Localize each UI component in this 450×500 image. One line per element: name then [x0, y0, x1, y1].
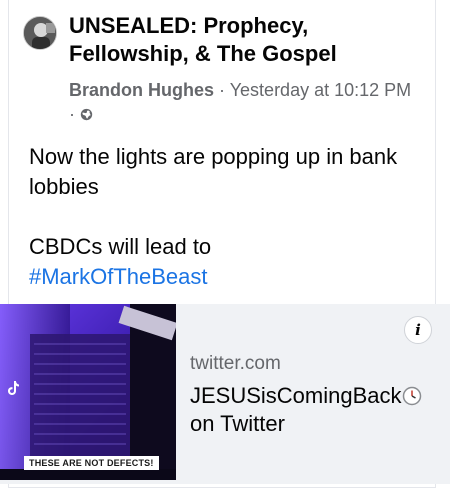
post-timestamp[interactable]: Yesterday at 10:12 PM [230, 80, 411, 100]
thumbnail-caption: THESE ARE NOT DEFECTS! [24, 456, 159, 470]
link-preview[interactable]: THESE ARE NOT DEFECTS! twitter.com JESUS… [0, 304, 450, 484]
author-name[interactable]: Brandon Hughes [69, 80, 214, 100]
post-text-line-1: Now the lights are popping up in bank lo… [29, 144, 398, 199]
tiktok-icon [8, 381, 19, 395]
clock-icon [402, 386, 421, 406]
thumbnail-image [0, 304, 176, 480]
link-title-suffix: on Twitter [190, 411, 285, 436]
preview-thumbnail[interactable]: THESE ARE NOT DEFECTS! [0, 304, 176, 480]
post-text-line-2: CBDCs will lead to [29, 234, 212, 259]
meta-separator-2: · [69, 104, 80, 124]
link-title-text: JESUSisComingBack [190, 383, 402, 408]
post-header: UNSEALED: Prophecy, Fellowship, & The Go… [23, 12, 423, 132]
link-domain: twitter.com [190, 353, 281, 374]
group-avatar[interactable] [23, 16, 57, 50]
meta-separator: · [214, 80, 230, 100]
post-body: Now the lights are popping up in bank lo… [29, 142, 429, 292]
hashtag-link[interactable]: #MarkOfTheBeast [29, 262, 429, 292]
post-meta: Brandon Hughes · Yesterday at 10:12 PM · [69, 78, 419, 126]
preview-text[interactable]: twitter.com JESUSisComingBack on Twitter [190, 352, 440, 438]
avatar-image [24, 17, 56, 49]
group-name[interactable]: UNSEALED: Prophecy, Fellowship, & The Go… [69, 12, 419, 68]
info-button[interactable]: i [404, 316, 432, 344]
link-title[interactable]: JESUSisComingBack on Twitter [190, 382, 440, 438]
globe-icon [80, 108, 93, 121]
